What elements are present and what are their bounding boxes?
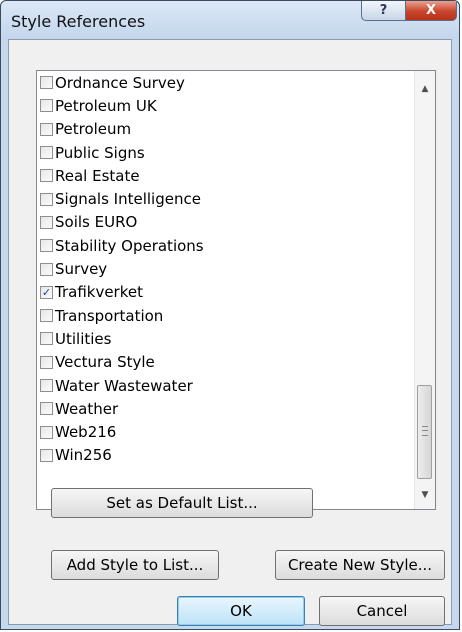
title-bar[interactable]: Style References ? X (1, 1, 459, 39)
question-mark-icon: ? (379, 3, 388, 18)
list-item[interactable]: Petroleum (37, 118, 414, 141)
list-item-label: Water Wastewater (55, 376, 193, 395)
list-item[interactable]: Ordnance Survey (37, 71, 414, 94)
list-item[interactable]: Real Estate (37, 164, 414, 187)
list-item-label: Win256 (55, 446, 112, 465)
list-item[interactable]: Utilities (37, 327, 414, 350)
list-item-label: Public Signs (55, 143, 145, 162)
list-item[interactable]: Survey (37, 257, 414, 280)
list-item-label: Survey (55, 260, 108, 279)
list-item-label: Soils EURO (55, 213, 138, 232)
list-item[interactable]: Weather (37, 397, 414, 420)
list-item-label: Weather (55, 399, 119, 418)
checkbox[interactable] (40, 99, 53, 113)
list-item-label: Petroleum (55, 120, 132, 139)
check-mark-icon: ✓ (41, 285, 52, 299)
list-item[interactable]: Public Signs (37, 141, 414, 164)
list-item[interactable]: Stability Operations (37, 234, 414, 257)
checkbox[interactable] (40, 448, 53, 462)
list-item[interactable]: Win256 (37, 444, 414, 467)
dialog-client-area: Ordnance Survey Petroleum UK Petroleum Publ… (8, 39, 452, 626)
help-button[interactable]: ? (361, 1, 406, 21)
list-item-label: Web216 (55, 423, 117, 442)
list-item[interactable]: Transportation (37, 304, 414, 327)
grip-icon (422, 426, 428, 436)
checkbox-checked[interactable]: ✓ (40, 285, 53, 299)
checkbox[interactable] (40, 425, 53, 439)
list-item[interactable]: Water Wastewater (37, 374, 414, 397)
checkbox[interactable] (40, 192, 53, 206)
list-item[interactable]: ✓ Trafikverket (37, 281, 414, 304)
set-as-default-list-button[interactable]: Set as Default List... (51, 488, 313, 518)
checkbox[interactable] (40, 146, 53, 160)
checkbox[interactable] (40, 355, 53, 369)
cancel-button[interactable]: Cancel (319, 596, 445, 626)
vertical-scrollbar[interactable]: ▲ ▼ (414, 71, 435, 509)
scroll-thumb[interactable] (417, 385, 432, 479)
checkbox[interactable] (40, 76, 53, 90)
list-item[interactable]: Web216 (37, 420, 414, 443)
list-item-label: Signals Intelligence (55, 190, 201, 209)
checkbox[interactable] (40, 332, 53, 346)
close-icon: X (425, 3, 437, 18)
checkbox[interactable] (40, 262, 53, 276)
scroll-up-arrow-icon[interactable]: ▲ (415, 79, 435, 99)
style-list-items: Ordnance Survey Petroleum UK Petroleum Publ… (37, 71, 414, 509)
list-item-label: Trafikverket (55, 283, 143, 302)
list-item-label: Utilities (55, 329, 112, 348)
add-style-to-list-button[interactable]: Add Style to List... (51, 550, 219, 580)
scroll-down-arrow-icon[interactable]: ▼ (415, 485, 435, 505)
list-item-label: Transportation (55, 306, 164, 325)
ok-button[interactable]: OK (177, 596, 305, 626)
close-button[interactable]: X (405, 1, 457, 21)
checkbox[interactable] (40, 169, 53, 183)
style-list[interactable]: Ordnance Survey Petroleum UK Petroleum Publ… (36, 70, 436, 510)
dialog-title: Style References (11, 12, 146, 31)
list-item[interactable]: Vectura Style (37, 351, 414, 374)
list-item[interactable]: Signals Intelligence (37, 187, 414, 210)
checkbox[interactable] (40, 379, 53, 392)
list-item-label: Stability Operations (55, 236, 204, 255)
checkbox[interactable] (40, 122, 53, 136)
checkbox[interactable] (40, 215, 53, 229)
list-item-label: Real Estate (55, 166, 140, 185)
list-item-label: Ordnance Survey (55, 73, 185, 92)
list-item-label: Petroleum UK (55, 96, 157, 115)
checkbox[interactable] (40, 239, 53, 253)
create-new-style-button[interactable]: Create New Style... (275, 550, 445, 580)
list-item[interactable]: Petroleum UK (37, 94, 414, 117)
checkbox[interactable] (40, 309, 53, 323)
checkbox[interactable] (40, 402, 53, 416)
style-references-dialog: Style References ? X Ordnance Survey Petr… (0, 0, 460, 630)
list-item[interactable]: Soils EURO (37, 211, 414, 234)
list-item-label: Vectura Style (55, 353, 155, 372)
